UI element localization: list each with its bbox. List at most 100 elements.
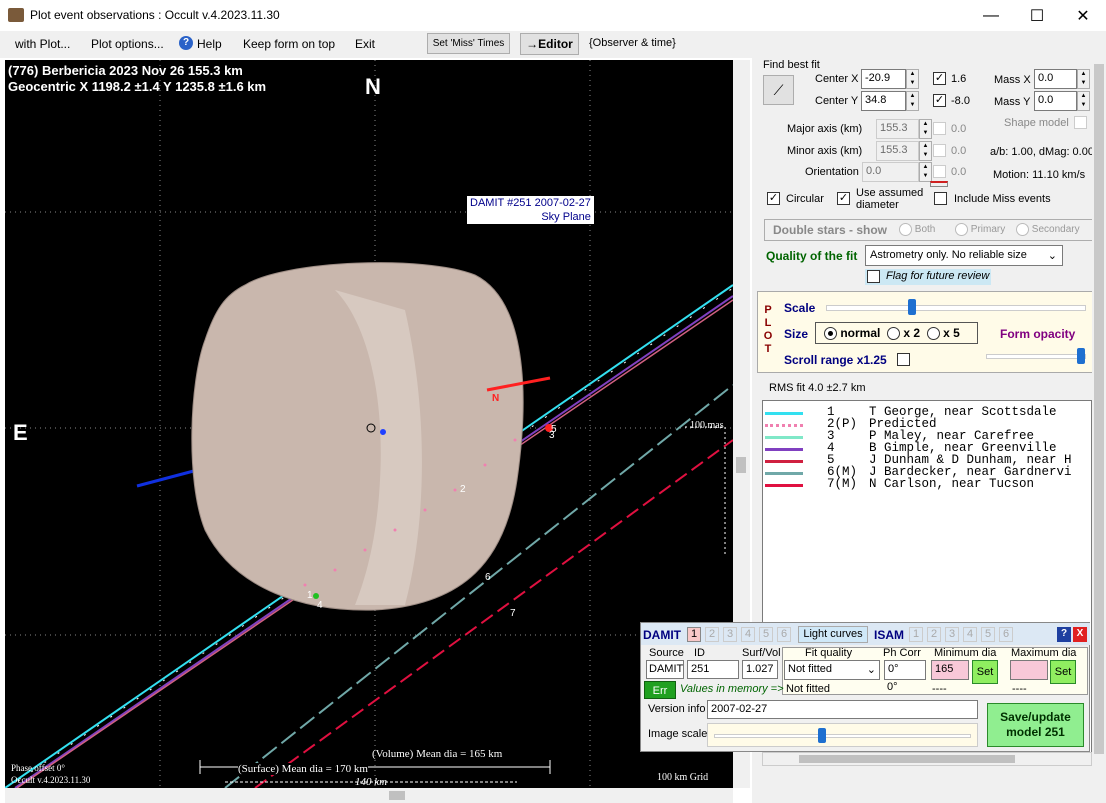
fit-quality-dropdown[interactable]: Not fitted ⌄	[784, 660, 880, 680]
primary-radio[interactable]	[955, 223, 968, 236]
minor-axis-checkbox[interactable]	[933, 144, 946, 157]
shape-model-checkbox[interactable]	[1074, 116, 1087, 129]
source-field[interactable]: DAMIT	[646, 660, 684, 679]
max-dia-set-button[interactable]: Set	[1050, 660, 1076, 684]
damit-tab-1[interactable]: 1	[687, 627, 701, 642]
size-x2-radio[interactable]	[887, 327, 901, 341]
scale-slider-thumb[interactable]	[907, 299, 916, 315]
orientation-input[interactable]: 0.0	[862, 162, 919, 182]
opacity-slider-thumb[interactable]	[1077, 348, 1085, 364]
isam-tab-5[interactable]: 5	[981, 627, 995, 642]
minimize-button[interactable]: —	[968, 0, 1014, 31]
min-dia-input[interactable]: 165	[931, 660, 969, 680]
isam-tab-4[interactable]: 4	[963, 627, 977, 642]
major-axis-spinner[interactable]: ▲ ▼	[919, 119, 932, 139]
light-curves-button[interactable]: Light curves	[798, 626, 868, 643]
id-field[interactable]: 251	[687, 660, 739, 679]
ph-corr-input[interactable]: 0°	[884, 660, 926, 680]
form-opacity-label: Form opacity	[1000, 327, 1076, 341]
minor-axis-input[interactable]: 155.3	[876, 141, 919, 161]
minor-axis-label: Minor axis (km)	[787, 145, 863, 157]
vscroll-thumb[interactable]	[736, 457, 746, 473]
both-radio[interactable]	[899, 223, 912, 236]
damit-tab-3[interactable]: 3	[723, 627, 737, 642]
double-stars-group: Double stars - show Both Primary Seconda…	[764, 219, 1094, 241]
fit-chart-button[interactable]: ⟋	[763, 75, 794, 105]
major-axis-checkbox[interactable]	[933, 122, 946, 135]
damit-tab-5[interactable]: 5	[759, 627, 773, 642]
isam-title: ISAM	[874, 628, 904, 642]
secondary-radio[interactable]	[1016, 223, 1029, 236]
size-x5-radio[interactable]	[926, 327, 940, 341]
menu-exit[interactable]: Exit	[355, 37, 375, 51]
plot-settings-group: PLOT Scale Size normal x 2 x 5 Form opac…	[757, 291, 1095, 373]
center-x-spinner[interactable]: ▲ ▼	[906, 69, 919, 89]
form-vscrollbar[interactable]	[1092, 58, 1106, 788]
menu-with-plot[interactable]: with Plot...	[15, 37, 70, 51]
form-vscroll-thumb[interactable]	[1094, 64, 1104, 754]
circular-checkbox[interactable]: ✓	[767, 192, 780, 205]
mass-x-input[interactable]: 0.0	[1034, 69, 1077, 89]
include-miss-checkbox[interactable]	[934, 192, 947, 205]
damit-tab-6[interactable]: 6	[777, 627, 791, 642]
opacity-slider-track[interactable]	[986, 354, 1086, 359]
image-scale-slider[interactable]	[707, 723, 978, 747]
legend-hscrollbar[interactable]	[762, 752, 1092, 766]
svg-text:6: 6	[485, 572, 491, 583]
max-dia-input[interactable]	[1010, 660, 1048, 680]
image-scale-track[interactable]	[714, 734, 971, 738]
set-miss-times-button[interactable]: Set 'Miss' Times	[427, 33, 510, 54]
line-color-swatch[interactable]	[930, 181, 948, 187]
mass-x-spinner[interactable]: ▲ ▼	[1077, 69, 1090, 89]
image-scale-thumb[interactable]	[817, 728, 826, 743]
damit-help-button[interactable]: ?	[1057, 627, 1071, 642]
memory-ph-corr: 0°	[887, 681, 898, 693]
center-x-fit-checkbox[interactable]: ✓	[933, 72, 946, 85]
legend-hscroll-thumb[interactable]	[799, 755, 1015, 763]
isam-tab-1[interactable]: 1	[909, 627, 923, 642]
orientation-spinner[interactable]: ▲ ▼	[919, 162, 932, 182]
plot-title-line1: (776) Berbericia 2023 Nov 26 155.3 km	[8, 63, 243, 78]
both-option[interactable]: Both	[899, 223, 935, 236]
isam-tab-2[interactable]: 2	[927, 627, 941, 642]
flag-review-checkbox[interactable]	[867, 270, 880, 283]
minor-axis-spinner[interactable]: ▲ ▼	[919, 141, 932, 161]
err-button[interactable]: Err	[644, 681, 676, 699]
editor-button[interactable]: →Editor	[520, 33, 579, 55]
plot-canvas[interactable]: 1234567 (776) Berbericia 2023 Nov 26 155…	[5, 60, 733, 788]
mass-y-input[interactable]: 0.0	[1034, 91, 1077, 111]
hscroll-thumb[interactable]	[389, 791, 405, 800]
secondary-option[interactable]: Secondary	[1016, 223, 1080, 236]
size-normal-radio[interactable]	[824, 327, 837, 341]
close-button[interactable]: ✕	[1060, 0, 1106, 31]
center-y-fit-checkbox[interactable]: ✓	[933, 94, 946, 107]
center-x-input[interactable]: -20.9	[861, 69, 906, 89]
orientation-checkbox[interactable]	[933, 165, 946, 178]
menu-keep-form-on-top[interactable]: Keep form on top	[243, 37, 335, 51]
center-y-input[interactable]: 34.8	[861, 91, 906, 111]
isam-tab-6[interactable]: 6	[999, 627, 1013, 642]
menu-help[interactable]: Help	[197, 37, 222, 51]
scroll-range-checkbox[interactable]	[897, 353, 910, 366]
mass-y-spinner[interactable]: ▲ ▼	[1077, 91, 1090, 111]
quality-fit-dropdown[interactable]: Astrometry only. No reliable size ⌄	[865, 245, 1063, 266]
version-info-field[interactable]: 2007-02-27	[707, 700, 978, 719]
major-axis-input[interactable]: 155.3	[876, 119, 919, 139]
isam-tab-3[interactable]: 3	[945, 627, 959, 642]
min-dia-set-button[interactable]: Set	[972, 660, 998, 684]
maximize-button[interactable]: ☐	[1014, 0, 1060, 31]
damit-tab-4[interactable]: 4	[741, 627, 755, 642]
menu-plot-options[interactable]: Plot options...	[91, 37, 164, 51]
use-assumed-checkbox[interactable]: ✓	[837, 192, 850, 205]
save-update-model-button[interactable]: Save/update model 251	[987, 703, 1084, 747]
plot-letter-o: O	[763, 330, 773, 342]
center-y-spinner[interactable]: ▲ ▼	[906, 91, 919, 111]
damit-tab-2[interactable]: 2	[705, 627, 719, 642]
damit-close-button[interactable]: X	[1073, 627, 1087, 642]
flag-review-row[interactable]: Flag for future review	[865, 269, 991, 285]
horizontal-scrollbar[interactable]	[5, 788, 733, 803]
surf-vol-field[interactable]: 1.027	[742, 660, 778, 679]
primary-option[interactable]: Primary	[955, 223, 1005, 236]
scale-slider-track[interactable]	[826, 305, 1086, 311]
app-icon	[8, 8, 24, 22]
